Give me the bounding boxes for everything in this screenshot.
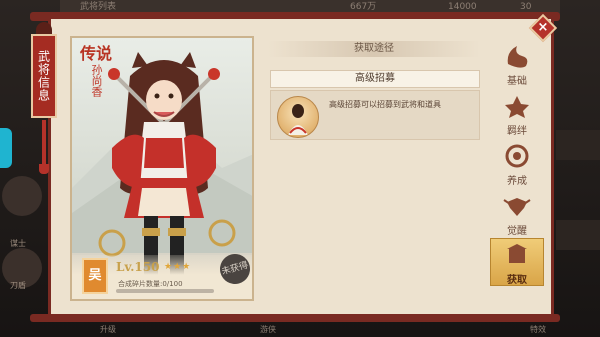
tab-label: 获取 <box>507 275 527 286</box>
source-name: 高级招募 <box>270 70 480 88</box>
fragment-count: 合成碎片数量:0/100 <box>118 280 183 288</box>
faction-badge: 吴 <box>82 258 108 294</box>
tab-base[interactable]: 基础 <box>490 40 544 88</box>
awaken-icon <box>503 198 531 216</box>
cultivate-icon <box>505 144 529 168</box>
source-description: 高级招募可以招募到武将和道具 <box>329 100 441 109</box>
banner-tassel <box>42 120 46 166</box>
banner-tassel-tip <box>39 164 49 174</box>
close-icon: × <box>537 20 549 35</box>
background-bottom-bar: 升级 游侠 特效 <box>60 323 560 337</box>
tab-awaken[interactable]: 觉醒 <box>490 190 544 238</box>
tab-label: 基础 <box>507 76 527 87</box>
tab-acquire[interactable]: 获取 <box>490 238 544 286</box>
tab-label: 羁绊 <box>507 126 527 137</box>
acquire-section-title: 获取途径 <box>268 41 480 57</box>
title-banner-text: 武将信息 <box>36 50 51 102</box>
recruit-icon <box>277 96 319 138</box>
star-rating: ★★★ <box>164 262 192 272</box>
fragment-progress-bar <box>116 289 214 293</box>
bg-bottom-label: 游侠 <box>260 325 276 334</box>
tab-label: 养成 <box>507 176 527 187</box>
title-banner: 武将信息 <box>31 34 57 118</box>
hero-card: 传说 孙尚香 吴 Lv.150 ★★★ 合成碎片数量:0/100 未获得 <box>70 36 254 301</box>
acquire-icon <box>507 244 527 263</box>
tab-bond[interactable]: 羁绊 <box>490 90 544 138</box>
bg-right-slot <box>556 220 600 250</box>
base-icon <box>507 46 528 68</box>
source-item[interactable]: 高级招募可以招募到武将和道具 <box>270 90 480 140</box>
bg-left-label: 刀盾 <box>10 281 26 290</box>
bg-bottom-label: 升级 <box>100 325 116 334</box>
hero-level: Lv.150 <box>116 260 160 274</box>
bg-right-slot <box>556 130 600 160</box>
bond-icon <box>505 96 529 118</box>
tab-label: 觉醒 <box>507 226 527 237</box>
bottom-rail <box>30 314 560 322</box>
side-badge <box>0 128 12 168</box>
bg-bottom-label: 特效 <box>530 325 546 334</box>
rarity-label: 传说 <box>80 44 113 63</box>
hero-name: 孙尚香 <box>90 64 103 97</box>
side-tabs: 基础 羁绊 养成 觉醒 获取 <box>490 40 544 290</box>
bg-hero-slot <box>2 176 42 216</box>
tab-cultivate[interactable]: 养成 <box>490 140 544 188</box>
